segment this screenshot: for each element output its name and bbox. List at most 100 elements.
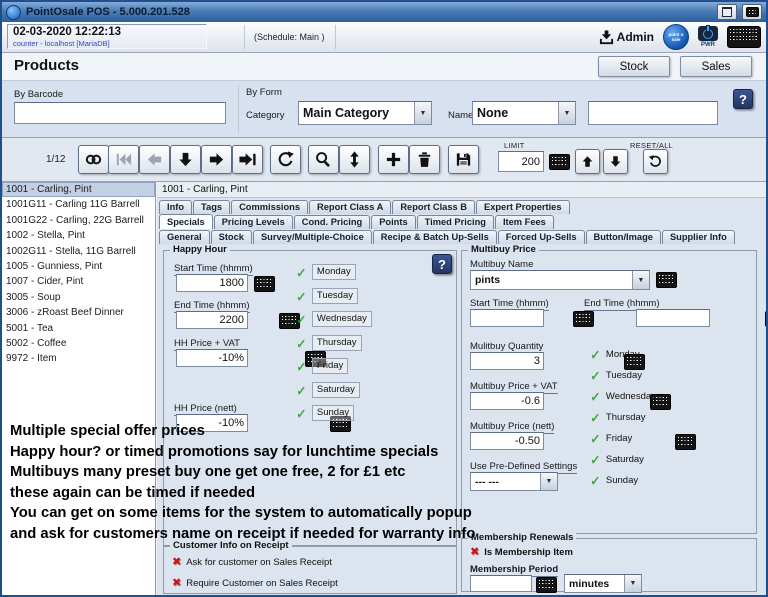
day-toggle-saturday[interactable]: ✓ Saturday (296, 382, 360, 398)
day-toggle-monday[interactable]: ✓ Monday (296, 264, 356, 280)
keyboard-icon[interactable] (549, 154, 570, 170)
sales-button[interactable]: Sales (680, 56, 752, 77)
restore-button[interactable] (717, 4, 737, 20)
power-button[interactable]: PWR (698, 26, 718, 48)
toggle-require-customer[interactable]: ✖ Require Customer on Sales Receipt (172, 578, 338, 589)
reset-all-button[interactable] (643, 149, 668, 174)
delete-button[interactable] (409, 145, 440, 174)
tab-tags[interactable]: Tags (193, 200, 230, 214)
membership-period-unit-select[interactable]: minutes ▼ (564, 574, 642, 593)
move-down-button[interactable] (603, 149, 628, 174)
list-item[interactable]: 3005 - Soup (2, 290, 155, 305)
mb-start-time-input[interactable] (470, 309, 544, 327)
nav-down-button[interactable] (170, 145, 201, 174)
help-button[interactable]: ? (733, 89, 753, 109)
tab-info[interactable]: Info (159, 200, 192, 214)
tab-forced-up-sells[interactable]: Forced Up-Sells (498, 230, 585, 244)
group-title: Happy Hour (170, 244, 230, 255)
search-button[interactable] (308, 145, 339, 174)
chain-link-button[interactable] (78, 145, 109, 174)
name-select[interactable]: None ▼ (472, 101, 576, 125)
keyboard-icon[interactable] (573, 311, 594, 327)
nav-back-button[interactable] (139, 145, 170, 174)
day-toggle-saturday[interactable]: ✓ Saturday (590, 453, 644, 466)
help-button[interactable]: ? (432, 254, 452, 274)
keyboard-icon[interactable] (536, 577, 557, 593)
list-item[interactable]: 5001 - Tea (2, 321, 155, 336)
tab-button-image[interactable]: Button/Image (586, 230, 661, 244)
hh-price-vat-input[interactable] (176, 349, 248, 367)
tab-item-fees[interactable]: Item Fees (495, 215, 554, 229)
tab-points[interactable]: Points (371, 215, 415, 229)
sort-button[interactable] (339, 145, 370, 174)
end-time-input[interactable] (176, 311, 248, 329)
list-item[interactable]: 1005 - Gunniess, Pint (2, 259, 155, 274)
list-item[interactable]: 1001G22 - Carling, 22G Barrell (2, 213, 155, 228)
keyboard-icon[interactable] (656, 272, 677, 288)
day-toggle-sunday[interactable]: ✓ Sunday (296, 405, 354, 421)
day-toggle-sunday[interactable]: ✓ Sunday (590, 474, 638, 487)
save-button[interactable] (448, 145, 479, 174)
multibuy-price-vat-input[interactable] (470, 392, 544, 410)
day-toggle-wednesday[interactable]: ✓ Wednesday (590, 390, 656, 403)
day-toggle-tuesday[interactable]: ✓ Tuesday (590, 369, 642, 382)
multibuy-name-select[interactable]: pints ▼ (470, 270, 650, 290)
list-item[interactable]: 5002 - Coffee (2, 336, 155, 351)
list-item[interactable]: 1002G11 - Stella, 11G Barrell (2, 244, 155, 259)
tab-report-class-a[interactable]: Report Class A (309, 200, 391, 214)
refresh-button[interactable] (270, 145, 301, 174)
add-button[interactable] (378, 145, 409, 174)
topbar: 02-03-2020 12:22:13 counter - localhost … (2, 22, 766, 53)
tab-survey-multiple-choice[interactable]: Survey/Multiple-Choice (253, 230, 372, 244)
keyboard-icon[interactable] (254, 276, 275, 292)
tab-commissions[interactable]: Commissions (231, 200, 308, 214)
mb-end-time-input[interactable] (636, 309, 710, 327)
day-toggle-friday[interactable]: ✓ Friday (590, 432, 632, 445)
start-time-input[interactable] (176, 274, 248, 292)
onscreen-keyboard-button[interactable] (727, 26, 761, 48)
list-item[interactable]: 1002 - Stella, Pint (2, 228, 155, 243)
multibuy-price-nett-input[interactable] (470, 432, 544, 450)
tab-specials[interactable]: Specials (159, 214, 213, 229)
move-up-button[interactable] (575, 149, 600, 174)
name-filter-input[interactable] (588, 101, 718, 125)
list-item[interactable]: 1001G11 - Carling 11G Barrell (2, 197, 155, 212)
list-item[interactable]: 3006 - zRoast Beef Dinner (2, 305, 155, 320)
keyboard-icon[interactable] (675, 434, 696, 450)
tab-pricing-levels[interactable]: Pricing Levels (214, 215, 293, 229)
barcode-input[interactable] (14, 102, 226, 124)
tab-recipe-batch-up-sells[interactable]: Recipe & Batch Up-Sells (373, 230, 497, 244)
day-toggle-friday[interactable]: ✓ Friday (296, 358, 348, 374)
stock-button[interactable]: Stock (598, 56, 670, 77)
nav-last-button[interactable] (232, 145, 263, 174)
predefined-settings-select[interactable]: --- --- ▼ (470, 472, 558, 491)
day-toggle-tuesday[interactable]: ✓ Tuesday (296, 288, 358, 304)
multibuy-quantity-input[interactable] (470, 352, 544, 370)
membership-period-input[interactable] (470, 575, 532, 592)
day-toggle-thursday[interactable]: ✓ Thursday (296, 335, 362, 351)
list-item[interactable]: 1001 - Carling, Pint (2, 182, 155, 197)
tab-cond-pricing[interactable]: Cond. Pricing (294, 215, 370, 229)
detail-panel: 1001 - Carling, Pint Info Tags Commissio… (157, 182, 766, 595)
toggle-is-membership-item[interactable]: ✖ Is Membership Item (470, 547, 573, 558)
tab-expert-properties[interactable]: Expert Properties (476, 200, 570, 214)
tab-report-class-b[interactable]: Report Class B (392, 200, 475, 214)
tab-stock[interactable]: Stock (211, 230, 252, 244)
limit-input[interactable] (498, 151, 544, 172)
category-select[interactable]: Main Category ▼ (298, 101, 432, 125)
double-left-icon (114, 150, 133, 169)
list-item[interactable]: 1007 - Cider, Pint (2, 274, 155, 289)
day-toggle-thursday[interactable]: ✓ Thursday (590, 411, 646, 424)
list-item[interactable]: 9972 - Item (2, 351, 155, 366)
admin-button[interactable]: Admin (599, 30, 654, 45)
toggle-ask-customer[interactable]: ✖ Ask for customer on Sales Receipt (172, 557, 332, 568)
day-toggle-monday[interactable]: ✓ Monday (590, 348, 640, 361)
day-toggle-wednesday[interactable]: ✓ Wednesday (296, 311, 372, 327)
tab-general[interactable]: General (159, 230, 210, 244)
hh-price-nett-input[interactable] (176, 414, 248, 432)
window-keyboard-button[interactable] (742, 4, 762, 20)
tab-supplier-info[interactable]: Supplier Info (662, 230, 735, 244)
nav-next-button[interactable] (201, 145, 232, 174)
jump-first-button[interactable] (108, 145, 139, 174)
tab-timed-pricing[interactable]: Timed Pricing (417, 215, 494, 229)
